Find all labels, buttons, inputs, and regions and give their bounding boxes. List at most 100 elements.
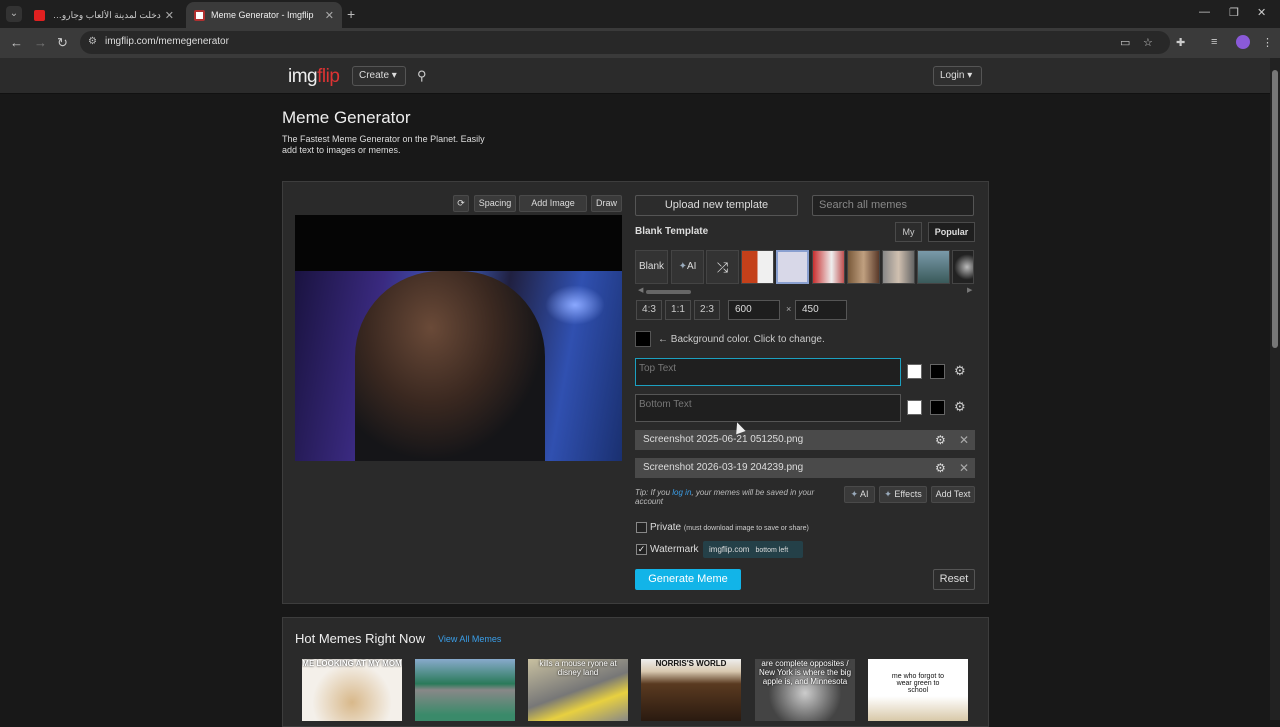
tab-popular[interactable]: Popular <box>928 222 975 242</box>
close-window-icon[interactable]: ✕ <box>1257 6 1266 19</box>
add-image-button[interactable]: Add Image <box>519 195 587 212</box>
rotate-icon[interactable]: ⟳ <box>453 195 469 212</box>
watermark-position: bottom left <box>755 547 789 554</box>
hot-meme-thumb[interactable]: NORRIS'S WORLD <box>641 659 741 721</box>
template-thumb[interactable] <box>917 250 950 284</box>
scroll-left-icon[interactable]: ◀ <box>638 286 643 294</box>
watermark-settings[interactable]: imgflip.com bottom left <box>703 541 803 558</box>
bookmark-star-icon[interactable]: ☆ <box>1143 36 1153 49</box>
hot-meme-caption: ME LOOKING AT MY MOM <box>302 659 402 668</box>
install-app-icon[interactable]: ▭ <box>1120 36 1130 49</box>
tab-my[interactable]: My <box>895 222 922 242</box>
view-all-memes-link[interactable]: View All Memes <box>438 634 501 644</box>
top-text-input[interactable]: Top Text <box>635 358 901 386</box>
minimize-icon[interactable]: — <box>1199 6 1210 18</box>
profile-avatar[interactable] <box>1236 35 1250 49</box>
text-settings-gear-icon[interactable]: ⚙ <box>954 363 966 379</box>
login-tip: Tip: If you log in, your memes will be s… <box>635 488 835 506</box>
ai-template-thumb[interactable]: ✦AI <box>671 250 704 284</box>
template-thumb[interactable] <box>741 250 774 284</box>
random-template-thumb shuffle-icon[interactable]: ⤮ <box>706 250 739 284</box>
blank-template-thumb[interactable]: Blank <box>635 250 668 284</box>
hot-meme-caption: me who forgot to wear green to school <box>891 673 945 694</box>
page-scrollbar[interactable] <box>1270 58 1280 720</box>
tab-youtube[interactable]: دخلت لمدينة الألعاب وجارو ليا تتو... ✕ <box>26 2 182 28</box>
maximize-icon[interactable]: ❐ <box>1229 6 1239 19</box>
watermark-checkbox[interactable]: ✓ <box>636 544 647 555</box>
spacing-button[interactable]: Spacing <box>474 195 516 212</box>
sparkle-icon: ✦ <box>884 489 892 499</box>
scrollbar-thumb[interactable] <box>1272 70 1278 348</box>
upload-template-button[interactable]: Upload new template <box>635 195 798 216</box>
imgflip-favicon-icon <box>194 9 205 21</box>
search-icon[interactable]: ⚲ <box>417 68 427 84</box>
hot-meme-thumb[interactable]: ME LOOKING AT MY MOM <box>302 659 402 721</box>
background-color-label: ← Background color. Click to change. <box>658 334 825 345</box>
ai-button[interactable]: ✦ AI <box>844 486 875 503</box>
layer-settings-gear-icon[interactable]: ⚙ <box>935 458 946 478</box>
template-thumb[interactable] <box>776 250 809 284</box>
back-icon[interactable]: ← <box>10 35 23 50</box>
media-icon[interactable]: ≡ <box>1211 36 1217 48</box>
outline-color-black-swatch[interactable] <box>930 400 945 415</box>
browser-tabstrip: ⌄ دخلت لمدينة الألعاب وجارو ليا تتو... ✕… <box>0 0 1280 28</box>
meme-canvas[interactable] <box>295 215 622 461</box>
reload-icon[interactable]: ↻ <box>57 35 68 51</box>
width-input[interactable]: 600 <box>728 300 780 320</box>
effects-button-label: Effects <box>894 489 922 499</box>
image-layer-row[interactable]: Screenshot 2026-03-19 204239.png ⚙ ✕ <box>635 458 975 478</box>
search-memes-input[interactable]: Search all memes <box>812 195 974 216</box>
logo-text: img <box>288 66 318 87</box>
ratio-2-3-button[interactable]: 2:3 <box>694 300 720 320</box>
reset-button[interactable]: Reset <box>933 569 975 590</box>
tip-prefix: Tip: If you <box>635 488 673 497</box>
site-info-icon[interactable]: ⚙ <box>88 36 98 48</box>
height-input[interactable]: 450 <box>795 300 847 320</box>
template-thumb[interactable] <box>812 250 845 284</box>
sparkle-icon: ✦ <box>850 489 858 499</box>
template-scrollbar[interactable] <box>646 290 691 294</box>
hot-meme-thumb[interactable] <box>415 659 515 721</box>
close-tab-icon[interactable]: ✕ <box>165 9 174 22</box>
create-button[interactable]: Create ▾ <box>352 66 406 86</box>
template-thumb[interactable] <box>882 250 915 284</box>
menu-icon[interactable]: ⋮ <box>1262 36 1273 49</box>
image-layer-row[interactable]: Screenshot 2025-06-21 051250.png ⚙ ✕ <box>635 430 975 450</box>
template-thumb[interactable] <box>847 250 880 284</box>
extensions-icon[interactable]: ✚ <box>1176 36 1185 49</box>
tab-meme-generator[interactable]: Meme Generator - Imgflip ✕ <box>186 2 342 28</box>
forward-icon[interactable]: → <box>34 35 47 50</box>
text-settings-gear-icon[interactable]: ⚙ <box>954 399 966 415</box>
tab-search-icon[interactable]: ⌄ <box>6 6 22 22</box>
ratio-1-1-button[interactable]: 1:1 <box>665 300 691 320</box>
generate-meme-button[interactable]: Generate Meme <box>635 569 741 590</box>
scroll-right-icon[interactable]: ▶ <box>967 286 972 294</box>
hot-meme-thumb[interactable]: me who forgot to wear green to school <box>868 659 968 721</box>
template-thumb[interactable] <box>952 250 974 284</box>
hot-meme-caption: kills a mouse ryone at disney land <box>539 659 617 677</box>
text-color-white-swatch[interactable] <box>907 400 922 415</box>
text-color-white-swatch[interactable] <box>907 364 922 379</box>
login-link[interactable]: log in <box>672 488 691 497</box>
remove-layer-icon[interactable]: ✕ <box>959 458 969 478</box>
hot-memes-title: Hot Memes Right Now <box>295 631 426 646</box>
private-checkbox[interactable] <box>636 522 647 533</box>
ratio-4-3-button[interactable]: 4:3 <box>636 300 662 320</box>
login-button[interactable]: Login ▾ <box>933 66 982 86</box>
background-color-swatch[interactable] <box>635 331 651 347</box>
site-header: imgflip Create ▾ ⚲ Login ▾ <box>0 58 1280 94</box>
hot-meme-thumb[interactable]: kills a mouse ryone at disney land <box>528 659 628 721</box>
new-tab-icon[interactable]: + <box>347 6 355 22</box>
effects-button[interactable]: ✦ Effects <box>879 486 927 503</box>
close-tab-icon[interactable]: ✕ <box>325 9 334 22</box>
image-layer-name: Screenshot 2025-06-21 051250.png <box>643 434 804 445</box>
hot-meme-thumb[interactable]: are complete opposites / New York is whe… <box>755 659 855 721</box>
draw-button[interactable]: Draw <box>591 195 622 212</box>
address-bar[interactable]: ⚙ imgflip.com/memegenerator <box>80 31 1170 54</box>
remove-layer-icon[interactable]: ✕ <box>959 430 969 450</box>
outline-color-black-swatch[interactable] <box>930 364 945 379</box>
layer-settings-gear-icon[interactable]: ⚙ <box>935 430 946 450</box>
bottom-text-input[interactable]: Bottom Text <box>635 394 901 422</box>
imgflip-logo[interactable]: imgflip <box>288 66 340 88</box>
add-text-button[interactable]: Add Text <box>931 486 975 503</box>
